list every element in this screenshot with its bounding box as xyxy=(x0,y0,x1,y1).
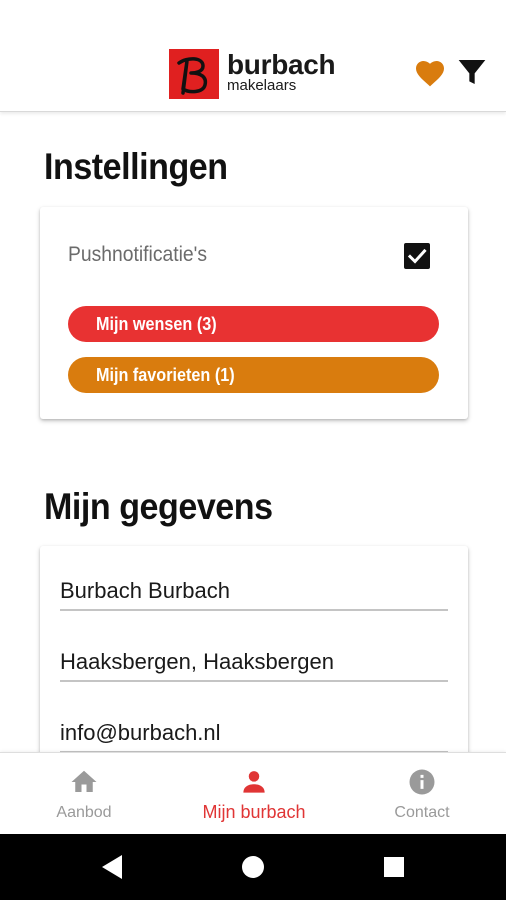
nav-item-aanbod[interactable]: Aanbod xyxy=(0,753,168,835)
nav-label-mijn-burbach: Mijn burbach xyxy=(202,802,306,822)
info-icon xyxy=(407,767,437,802)
email-value: info@burbach.nl xyxy=(60,720,221,745)
bottom-navigation: Aanbod Mijn burbach Contact xyxy=(0,752,506,834)
favorites-heart-icon[interactable] xyxy=(414,58,446,88)
email-field[interactable]: info@burbach.nl xyxy=(60,707,448,753)
settings-title: Instellingen xyxy=(44,146,228,187)
place-value: Haaksbergen, Haaksbergen xyxy=(60,649,334,674)
push-notifications-checkbox[interactable] xyxy=(404,243,430,269)
my-wishes-label: Mijn wensen (3) xyxy=(96,314,217,334)
home-icon xyxy=(69,767,99,802)
settings-card: Pushnotificatie's Mijn wensen (3) Mijn f… xyxy=(40,207,468,419)
my-favorites-label: Mijn favorieten (1) xyxy=(96,365,235,385)
place-field[interactable]: Haaksbergen, Haaksbergen xyxy=(60,636,448,682)
push-notifications-label: Pushnotificatie's xyxy=(68,243,208,266)
logo-subtitle: makelaars xyxy=(227,77,297,94)
system-navigation-bar xyxy=(0,834,506,900)
nav-label-contact: Contact xyxy=(394,804,450,821)
brand-logo: burbach makelaars xyxy=(169,49,336,99)
back-icon[interactable] xyxy=(84,834,144,900)
nav-label-aanbod: Aanbod xyxy=(56,804,112,821)
filter-icon[interactable] xyxy=(456,56,488,88)
my-wishes-button[interactable]: Mijn wensen (3) xyxy=(68,306,439,342)
home-circle-icon[interactable] xyxy=(223,834,283,900)
logo-name: burbach xyxy=(227,49,336,80)
nav-item-contact[interactable]: Contact xyxy=(338,753,506,835)
logo-mark xyxy=(169,49,219,99)
app-header: burbach makelaars xyxy=(0,0,506,112)
person-icon xyxy=(239,767,269,802)
my-favorites-button[interactable]: Mijn favorieten (1) xyxy=(68,357,439,393)
profile-title: Mijn gegevens xyxy=(44,486,273,527)
recent-apps-icon[interactable] xyxy=(364,834,424,900)
nav-item-mijn-burbach[interactable]: Mijn burbach xyxy=(170,753,338,835)
name-value: Burbach Burbach xyxy=(60,578,230,603)
name-field[interactable]: Burbach Burbach xyxy=(60,565,448,611)
